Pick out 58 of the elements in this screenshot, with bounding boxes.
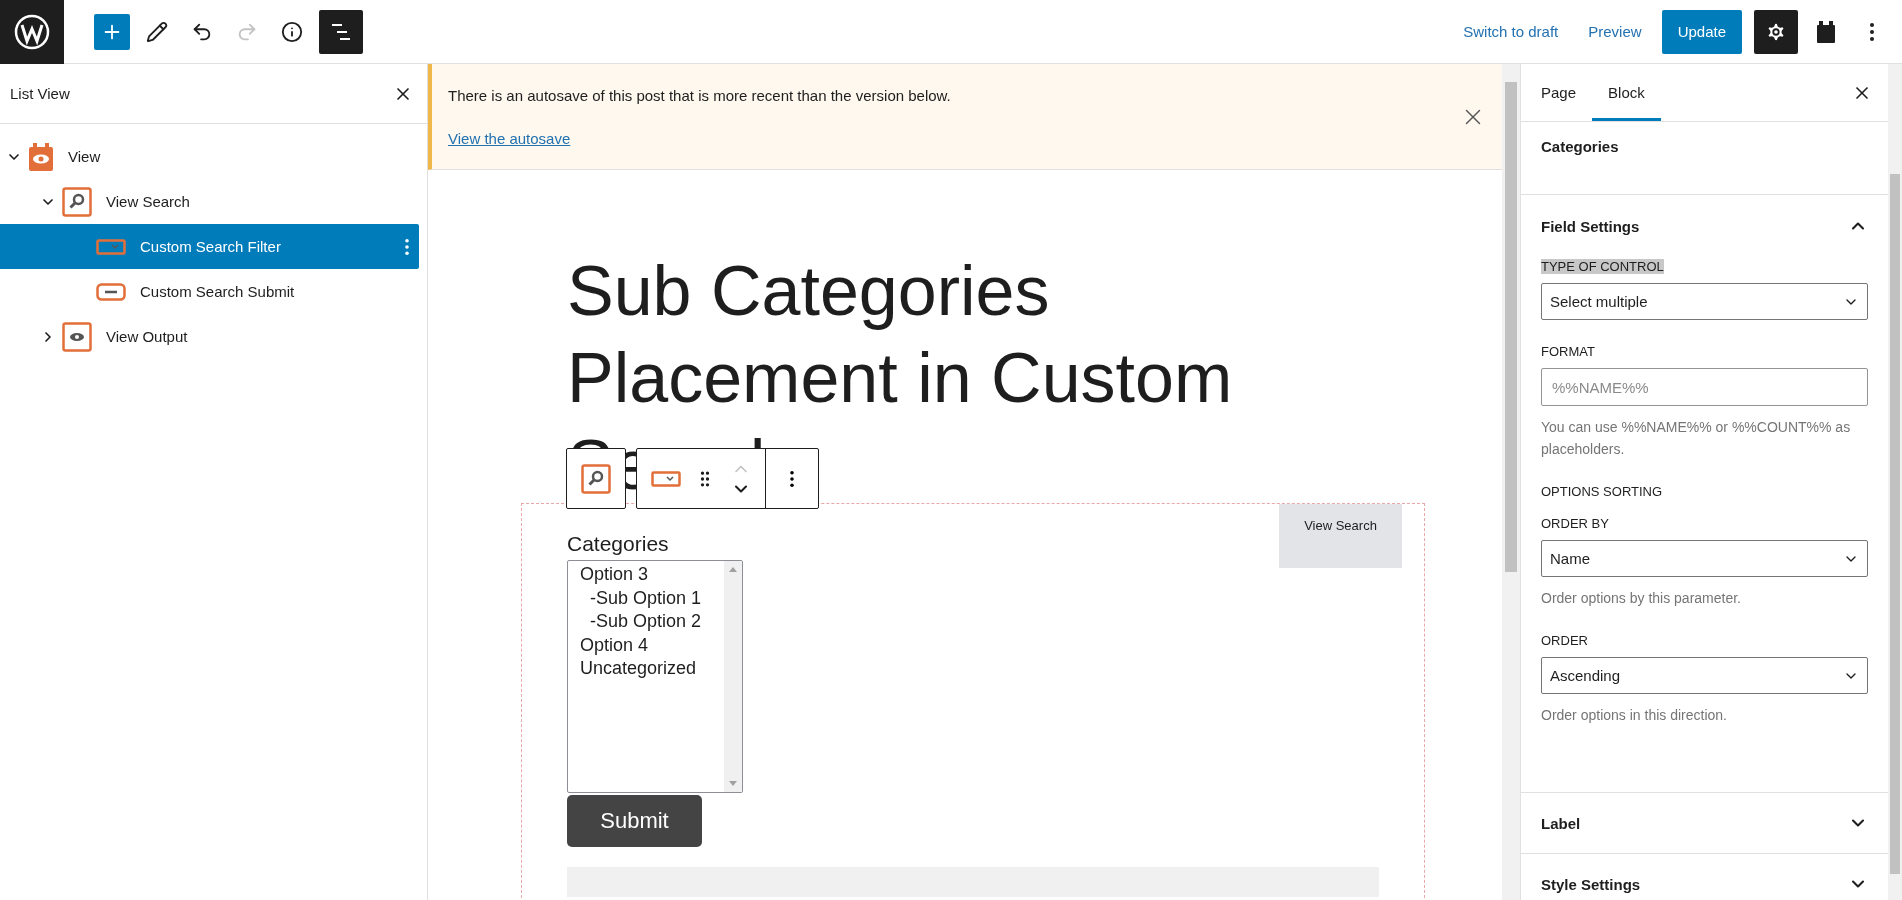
field-label: OPTIONS SORTING	[1541, 484, 1663, 499]
input-field[interactable]: %%NAME%%	[1541, 368, 1868, 406]
panel-toggle[interactable]: Style Settings	[1541, 854, 1868, 900]
search-icon	[62, 186, 92, 217]
header-link[interactable]: Preview	[1578, 15, 1652, 48]
add-block-button[interactable]	[94, 13, 130, 50]
info-icon	[281, 20, 303, 43]
more-icon[interactable]	[405, 238, 409, 255]
scrollbar[interactable]	[1888, 64, 1902, 900]
field-label: TYPE OF CONTROL	[1541, 259, 1664, 274]
dropdown-icon	[96, 238, 126, 255]
more-icon	[790, 470, 794, 487]
list-option[interactable]: Option 3	[580, 563, 724, 587]
calendar-eye-icon	[28, 141, 54, 172]
sidebar-tab[interactable]: Page	[1525, 64, 1593, 121]
select-field[interactable]: Select multiple	[1541, 283, 1868, 320]
list-view-item[interactable]: View Search	[0, 179, 419, 224]
more-icon	[1870, 22, 1874, 41]
list-view-item[interactable]: Custom Search Submit	[0, 269, 419, 314]
panel-toggle[interactable]: Field Settings	[1541, 195, 1868, 257]
panel-title: List View	[10, 85, 70, 102]
list-view-icon	[331, 22, 351, 41]
help-text: Order options in this direction.	[1541, 706, 1728, 725]
dropdown-icon	[651, 470, 681, 487]
panel-toggle[interactable]: Label	[1541, 793, 1868, 853]
block-label: View Search	[1279, 504, 1402, 568]
header-link[interactable]: Switch to draft	[1453, 15, 1569, 48]
list-option[interactable]: -Sub Option 1	[580, 586, 724, 610]
eye-icon	[62, 321, 92, 352]
list-view-item[interactable]: View	[0, 134, 419, 179]
field-label: Categories	[567, 532, 670, 556]
list-view-item[interactable]: Custom Search Filter	[0, 224, 419, 269]
sidebar-tab[interactable]: Block	[1592, 64, 1661, 121]
settings-icon	[1765, 20, 1787, 43]
settings-button[interactable]	[1754, 9, 1798, 54]
plugin-icon	[1816, 19, 1836, 44]
field-label: FORMAT	[1541, 344, 1595, 359]
field-label: ORDER BY	[1541, 516, 1609, 531]
field-label: ORDER	[1541, 633, 1588, 648]
help-text: Order options by this parameter.	[1541, 589, 1742, 608]
select-field[interactable]: Name	[1541, 540, 1868, 577]
scrollbar[interactable]	[724, 561, 742, 792]
list-option[interactable]: Option 4	[580, 633, 724, 657]
scrollbar[interactable]	[1502, 64, 1520, 900]
update-button[interactable]: Update	[1661, 9, 1742, 54]
pencil-icon	[146, 20, 168, 43]
multi-select-list[interactable]: Option 3 -Sub Option 1 -Sub Option 2 Option 4 Uncategorized	[567, 560, 743, 793]
list-view-button[interactable]	[319, 9, 363, 54]
list-view-item[interactable]: View Output	[0, 314, 419, 359]
button-block-icon	[96, 282, 126, 301]
notice-message: There is an autosave of this post that is more recent than the version below.	[448, 87, 951, 104]
submit-button[interactable]: Submit	[567, 795, 702, 847]
list-option[interactable]: -Sub Option 2	[580, 610, 724, 634]
autosave-link[interactable]: View the autosave	[448, 130, 571, 147]
select-field[interactable]: Ascending	[1541, 657, 1868, 694]
list-option[interactable]: Uncategorized	[580, 657, 724, 681]
logo-icon[interactable]	[14, 13, 50, 50]
help-text: You can use %%NAME%% or %%COUNT%% as placeholders.	[1541, 418, 1852, 459]
